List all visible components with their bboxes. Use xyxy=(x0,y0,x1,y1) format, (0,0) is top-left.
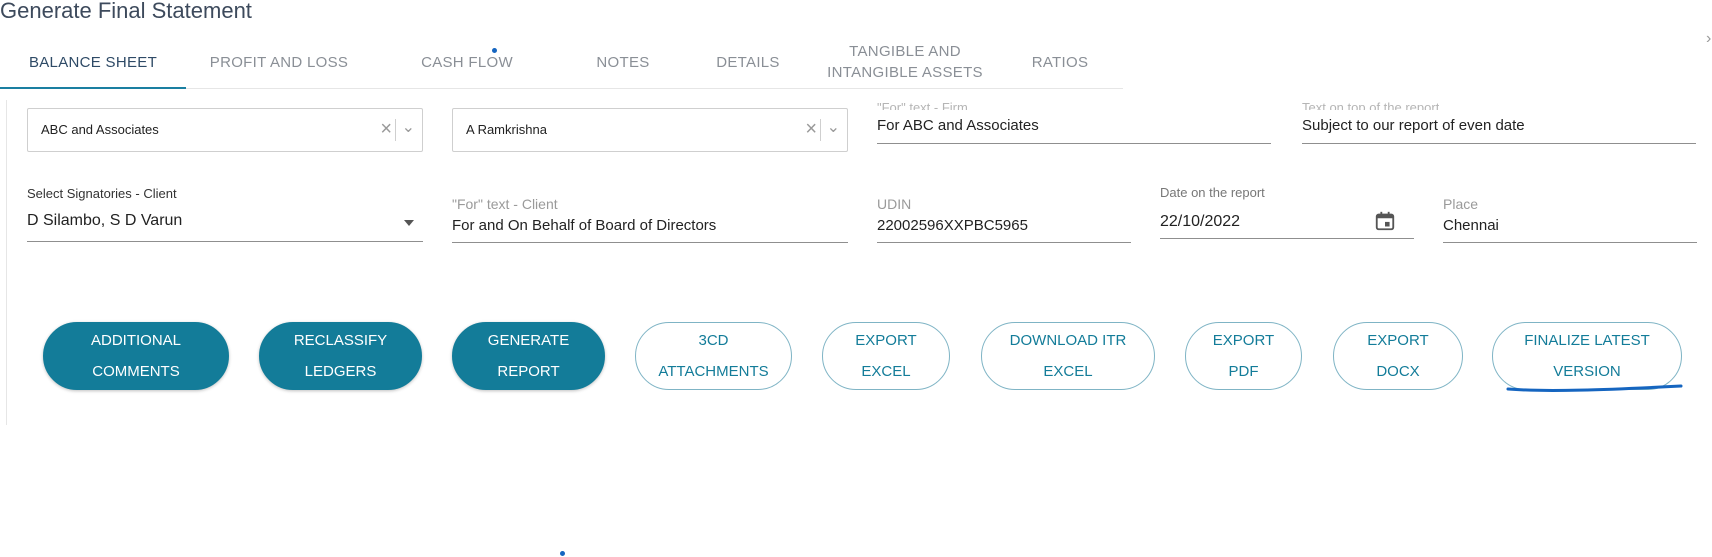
tab-notes[interactable]: NOTES xyxy=(582,36,664,88)
tab-balance-sheet[interactable]: BALANCE SHEET xyxy=(0,36,186,88)
tab-details[interactable]: DETAILS xyxy=(708,36,788,88)
for-text-client-label: "For" text - Client xyxy=(452,196,558,212)
firm-signatory-value: ABC and Associates xyxy=(41,122,159,137)
tab-tangible-and-intangible-assets[interactable]: TANGIBLE AND INTANGIBLE ASSETS xyxy=(820,36,990,88)
report-date-label: Date on the report xyxy=(1160,185,1265,200)
export-pdf-button[interactable]: EXPORT PDF xyxy=(1185,322,1302,390)
download-itr-excel-button[interactable]: DOWNLOAD ITR EXCEL xyxy=(981,322,1155,390)
partner-value: A Ramkrishna xyxy=(466,122,547,137)
chevron-down-icon[interactable]: ⌄ xyxy=(402,117,415,137)
additional-comments-button[interactable]: ADDITIONAL COMMENTS xyxy=(43,322,229,390)
firm-signatory-select[interactable]: ABC and Associates × ⌄ xyxy=(27,108,423,152)
button-label: FINALIZE LATEST VERSION xyxy=(1524,332,1650,380)
text-on-top-value: Subject to our report of even date xyxy=(1302,117,1525,134)
text-on-top-label: Text on top of the report xyxy=(1302,100,1440,110)
calendar-icon[interactable] xyxy=(1374,210,1396,232)
tab-label-line2: INTANGIBLE ASSETS xyxy=(827,64,983,81)
close-icon[interactable]: × xyxy=(380,118,392,140)
tab-ratios[interactable]: RATIOS xyxy=(1022,36,1098,88)
button-label: EXPORT PDF xyxy=(1212,332,1275,380)
for-text-firm-label: "For" text - Firm xyxy=(877,100,968,110)
select-separator xyxy=(820,119,821,141)
chevron-down-icon[interactable]: ⌄ xyxy=(827,117,840,137)
annotation-dot xyxy=(492,48,497,53)
button-label: EXPORT DOCX xyxy=(1367,332,1429,380)
place-field[interactable]: Place Chennai xyxy=(1443,196,1697,243)
for-text-firm-value: For ABC and Associates xyxy=(877,117,1039,134)
button-label: EXPORT EXCEL xyxy=(855,332,917,380)
reclassify-ledgers-button[interactable]: RECLASSIFY LEDGERS xyxy=(259,322,422,390)
annotation-underline xyxy=(1506,384,1683,392)
3cd-attachments-button[interactable]: 3CD ATTACHMENTS xyxy=(635,322,792,390)
annotation-dot xyxy=(560,551,565,556)
tab-cash-flow[interactable]: CASH FLOW xyxy=(410,36,524,88)
tab-profit-and-loss[interactable]: PROFIT AND LOSS xyxy=(196,36,362,88)
text-on-top-field[interactable]: Subject to our report of even date xyxy=(1302,110,1696,144)
place-label: Place xyxy=(1443,196,1479,212)
select-separator xyxy=(395,119,396,141)
signatories-client-select[interactable]: Select Signatories - Client D Silambo, S… xyxy=(27,186,423,242)
button-label: DOWNLOAD ITR EXCEL xyxy=(1009,332,1127,380)
close-icon[interactable]: × xyxy=(805,118,817,140)
generate-report-button[interactable]: GENERATE REPORT xyxy=(452,322,605,390)
button-label: RECLASSIFY LEDGERS xyxy=(293,332,388,380)
export-excel-button[interactable]: EXPORT EXCEL xyxy=(822,322,950,390)
active-tab-indicator xyxy=(0,87,186,89)
button-label: 3CD ATTACHMENTS xyxy=(658,332,769,380)
udin-field[interactable]: UDIN 22002596XXPBC5965 xyxy=(877,196,1131,243)
tab-bar: BALANCE SHEET PROFIT AND LOSS CASH FLOW … xyxy=(0,36,1123,89)
partner-select[interactable]: A Ramkrishna × ⌄ xyxy=(452,108,848,152)
place-value: Chennai xyxy=(1443,217,1499,234)
for-text-client-value: For and On Behalf of Board of Directors xyxy=(452,217,717,234)
button-label: ADDITIONAL COMMENTS xyxy=(90,332,181,380)
export-docx-button[interactable]: EXPORT DOCX xyxy=(1333,322,1463,390)
tab-label-line1: TANGIBLE AND xyxy=(849,43,961,60)
caret-down-icon[interactable] xyxy=(404,220,414,226)
left-divider xyxy=(6,100,7,425)
udin-value: 22002596XXPBC5965 xyxy=(877,217,1028,234)
for-text-firm-field[interactable]: For ABC and Associates xyxy=(877,110,1271,144)
report-date-field[interactable]: Date on the report 22/10/2022 xyxy=(1160,185,1414,239)
udin-label: UDIN xyxy=(877,196,912,212)
close-icon[interactable]: › xyxy=(1706,30,1711,48)
signatories-client-value: D Silambo, S D Varun xyxy=(27,212,183,229)
page-title: Generate Final Statement xyxy=(0,0,252,23)
button-label: GENERATE REPORT xyxy=(487,332,570,380)
signatories-client-label: Select Signatories - Client xyxy=(27,186,177,201)
for-text-client-field[interactable]: "For" text - Client For and On Behalf of… xyxy=(452,196,848,243)
report-date-value: 22/10/2022 xyxy=(1160,213,1241,230)
